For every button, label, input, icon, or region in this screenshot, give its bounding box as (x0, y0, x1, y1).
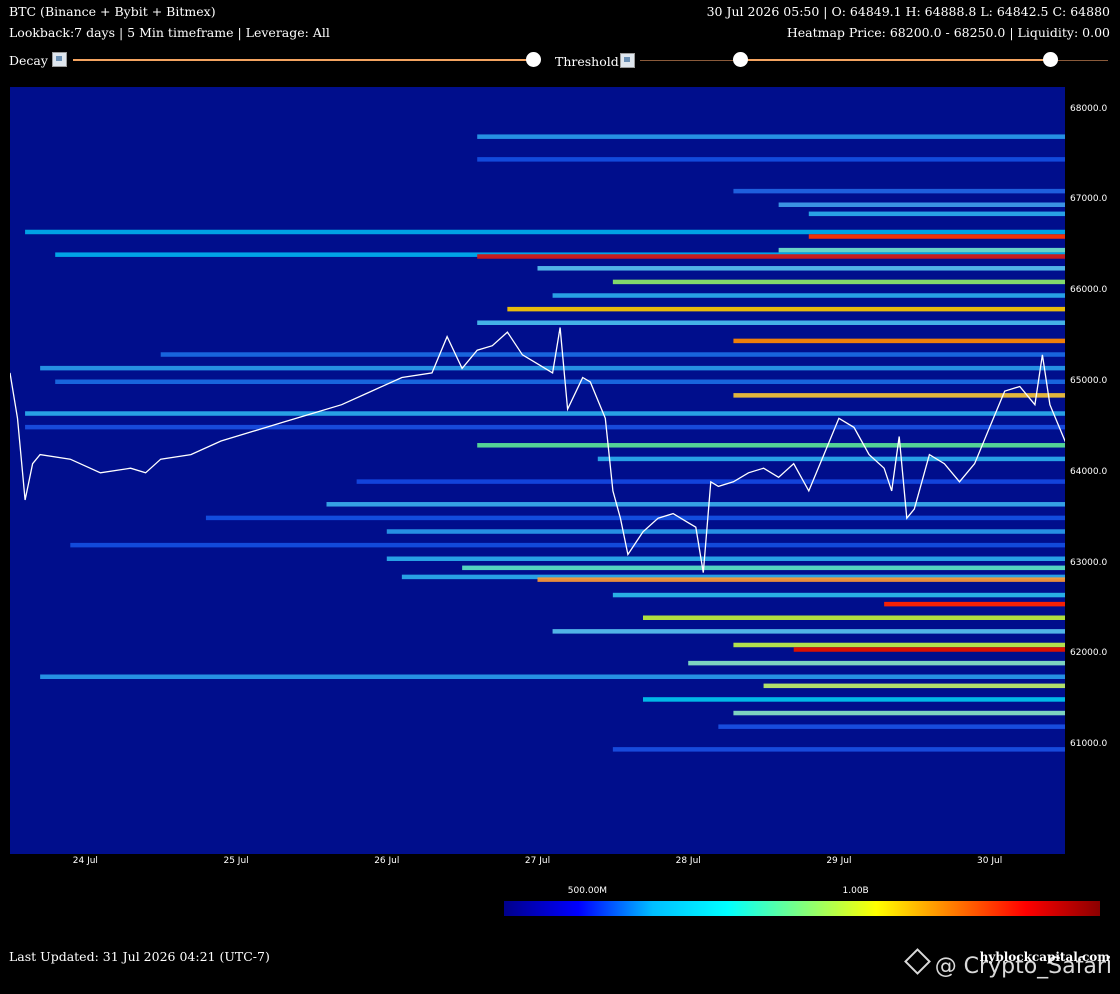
liquidity-band (477, 254, 1065, 259)
x-tick-label: 25 Jul (223, 856, 249, 866)
liquidity-band (808, 234, 1065, 239)
x-tick-label: 27 Jul (524, 856, 551, 866)
liquidity-band (688, 660, 1065, 666)
liquidity-band (160, 352, 1065, 357)
symbol-title: BTC (Binance + Bybit + Bitmex) (9, 4, 216, 19)
liquidity-band (733, 710, 1065, 716)
binance-logo-icon (903, 948, 931, 975)
ohlc-readout: 30 Jul 2026 05:50 | O: 64849.1 H: 64888.… (706, 4, 1110, 19)
liquidity-band (205, 515, 1065, 521)
liquidity-band (552, 293, 1065, 298)
liquidity-band (25, 229, 1065, 235)
threshold-slider-range[interactable] (740, 59, 1050, 61)
watermark: @ Crypto_Safari (903, 948, 1112, 979)
liquidity-band (25, 424, 1065, 430)
heatmap-hover-info: Heatmap Price: 68200.0 - 68250.0 | Liqui… (786, 25, 1110, 40)
decay-label-text: Decay (9, 53, 48, 68)
liquidity-band (612, 747, 1065, 752)
x-tick-label: 29 Jul (826, 856, 852, 866)
liquidity-band (386, 556, 1065, 561)
colorbar-gradient (504, 901, 1100, 916)
liquidity-band (808, 211, 1065, 217)
liquidation-heatmap[interactable] (10, 87, 1065, 854)
threshold-max-handle[interactable] (1043, 52, 1058, 67)
y-tick-label: 65000.0 (1070, 376, 1108, 386)
liquidity-band (477, 443, 1065, 448)
liquidity-band (55, 379, 1065, 384)
decay-slider-handle[interactable] (526, 52, 541, 67)
x-tick-label: 26 Jul (374, 856, 400, 866)
liquidity-band (733, 188, 1065, 194)
colorbar (504, 901, 1100, 916)
liquidity-band (462, 565, 1065, 571)
liquidity-band (778, 247, 1065, 253)
liquidity-band (643, 615, 1065, 620)
liquidity-band (884, 601, 1065, 607)
liquidity-band (612, 279, 1065, 285)
decay-info-icon[interactable] (51, 52, 67, 67)
liquidity-band (612, 592, 1065, 598)
liquidity-band (778, 202, 1065, 207)
y-tick-label: 67000.0 (1070, 194, 1108, 205)
liquidity-band (643, 697, 1065, 702)
x-tick-label: 30 Jul (977, 856, 1003, 866)
x-tick-label: 24 Jul (72, 856, 98, 866)
liquidity-band (477, 134, 1065, 139)
last-updated: Last Updated: 31 Jul 2026 04:21 (UTC-7) (9, 949, 270, 964)
liquidity-band (733, 642, 1065, 648)
liquidity-band (25, 411, 1065, 416)
threshold-min-handle[interactable] (733, 52, 748, 67)
decay-label: Decay (9, 52, 67, 69)
y-tick-label: 62000.0 (1070, 648, 1108, 659)
liquidity-band (597, 456, 1065, 462)
liquidity-band (793, 647, 1065, 652)
threshold-label-text: Threshold (555, 54, 619, 69)
watermark-text: @ Crypto_Safari (934, 954, 1112, 979)
price-line (10, 327, 1065, 573)
liquidity-band (386, 529, 1065, 534)
liquidity-band (733, 393, 1065, 398)
y-tick-label: 63000.0 (1070, 557, 1108, 568)
threshold-label: Threshold (555, 53, 635, 70)
liquidity-band (718, 724, 1065, 729)
liquidity-band (552, 629, 1065, 634)
liquidity-band (763, 683, 1065, 689)
liquidity-band (477, 320, 1065, 325)
colorbar-label: 1.00B (842, 886, 869, 896)
y-tick-label: 61000.0 (1070, 739, 1108, 750)
threshold-info-icon[interactable] (619, 53, 635, 68)
liquidity-band (537, 266, 1065, 271)
liquidity-band (537, 577, 1065, 582)
liquidity-band (326, 502, 1065, 507)
decay-slider-track[interactable] (73, 59, 533, 61)
settings-subtitle: Lookback:7 days | 5 Min timeframe | Leve… (9, 25, 330, 40)
liquidity-band (733, 338, 1065, 344)
y-tick-label: 68000.0 (1070, 103, 1108, 114)
heatmap-svg (10, 134, 1065, 752)
liquidity-band (70, 542, 1065, 548)
y-tick-label: 66000.0 (1070, 285, 1108, 296)
liquidity-band (507, 306, 1065, 312)
liquidity-band (477, 157, 1065, 162)
y-tick-label: 64000.0 (1070, 466, 1108, 477)
liquidity-band (40, 674, 1065, 679)
x-tick-label: 28 Jul (675, 856, 701, 866)
colorbar-label: 500.00M (567, 886, 608, 896)
